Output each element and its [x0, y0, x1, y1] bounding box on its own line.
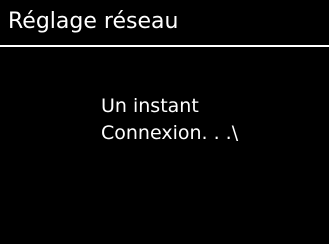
screen-title: Réglage réseau	[8, 9, 179, 34]
status-message: Un instant Connexion. . .\	[101, 93, 238, 147]
device-screen: Réglage réseau Un instant Connexion. . .…	[0, 0, 329, 244]
status-line-wait: Un instant	[101, 95, 199, 117]
status-line-connecting: Connexion. . .\	[101, 122, 239, 144]
header-divider	[0, 45, 329, 47]
